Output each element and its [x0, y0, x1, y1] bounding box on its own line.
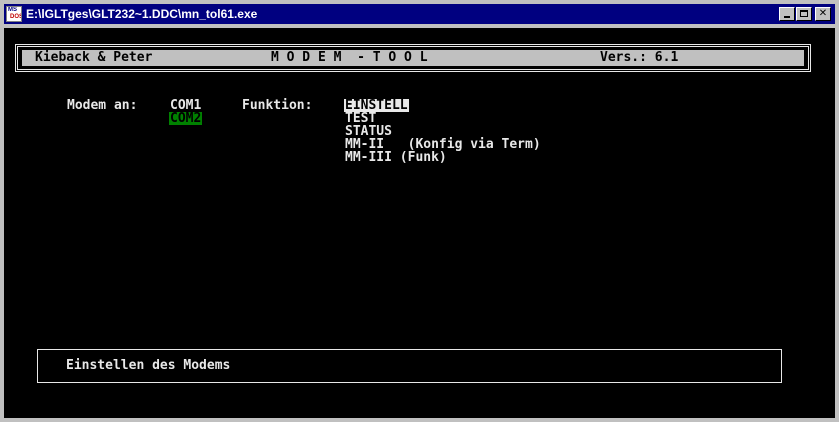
minimize-button[interactable] [779, 7, 795, 21]
app-title: M O D E M - T O O L [271, 50, 428, 65]
vendor-name: Kieback & Peter [35, 50, 153, 65]
header-bar: Kieback & Peter M O D E M - T O O L Vers… [22, 50, 804, 66]
status-text: Einstellen des Modems [66, 358, 231, 373]
minimize-icon [784, 16, 790, 18]
maximize-icon [800, 10, 808, 17]
maximize-button[interactable] [796, 7, 812, 21]
title-bar[interactable]: MS DOS E:\lGLTges\GLT232~1.DDC\mn_tol61.e… [4, 4, 835, 24]
window-title: E:\lGLTges\GLT232~1.DDC\mn_tol61.exe [26, 7, 258, 21]
version-label: Vers.: 6.1 [600, 50, 679, 65]
dos-window: MS DOS E:\lGLTges\GLT232~1.DDC\mn_tol61.e… [0, 0, 839, 422]
ms-dos-icon[interactable]: MS DOS [6, 6, 22, 22]
close-button[interactable]: ✕ [815, 7, 831, 21]
port-com2[interactable]: COM2 [169, 112, 203, 125]
status-frame: Einstellen des Modems [37, 349, 782, 383]
close-icon: ✕ [818, 8, 828, 19]
modem-label: Modem an: [67, 98, 138, 113]
funktion-label: Funktion: [242, 98, 313, 113]
menu-item-mm-iii[interactable]: MM-III (Funk) [345, 151, 447, 164]
console-area[interactable]: Kieback & Peter M O D E M - T O O L Vers… [4, 28, 835, 418]
